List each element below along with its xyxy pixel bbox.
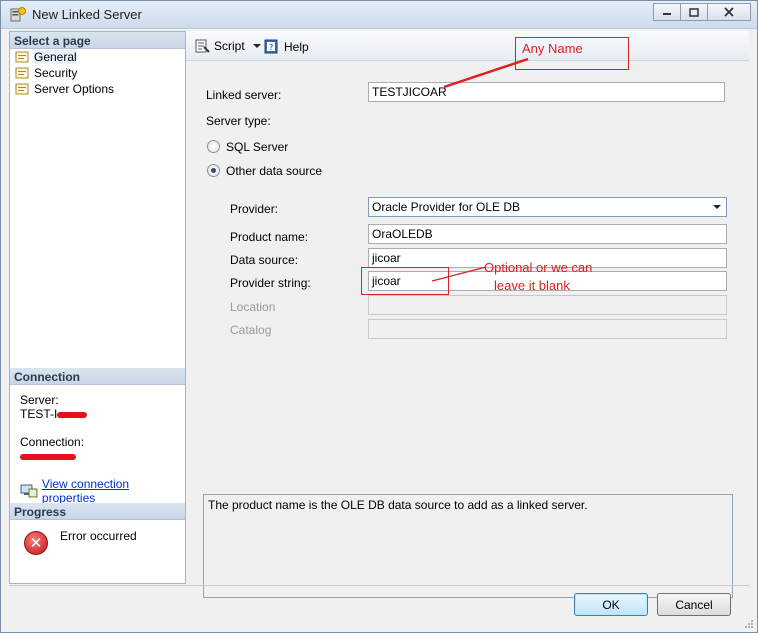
- server-type-label: Server type:: [206, 114, 271, 128]
- help-button[interactable]: ? Help: [264, 39, 309, 54]
- optional-annotation-line1: Optional or we can: [484, 260, 593, 275]
- provider-label: Provider:: [230, 202, 279, 216]
- server-value-row: TEST-I: [20, 407, 185, 421]
- page-item-label: Server Options: [34, 82, 115, 96]
- page-item-label: General: [34, 50, 77, 64]
- annotation-arrow-icon: [443, 57, 529, 89]
- progress-status: Error occurred: [60, 529, 137, 543]
- help-label: Help: [284, 39, 309, 54]
- connection-header: Connection: [10, 368, 185, 385]
- progress-header: Progress: [10, 503, 185, 520]
- connection-value-row: [20, 449, 185, 463]
- page-item-label: Security: [34, 66, 78, 80]
- window-controls: [653, 3, 751, 21]
- svg-text:?: ?: [269, 43, 273, 52]
- other-data-source-label: Other data source: [226, 164, 323, 178]
- cancel-button[interactable]: Cancel: [657, 593, 731, 616]
- select-page-header: Select a page: [10, 32, 185, 49]
- footer-divider: [9, 585, 749, 586]
- linked-server-icon: [10, 7, 26, 22]
- resize-grip-icon[interactable]: [744, 619, 754, 629]
- new-linked-server-window: New Linked Server Select a page General: [0, 0, 758, 633]
- ok-button[interactable]: OK: [574, 593, 648, 616]
- minimize-button[interactable]: [653, 3, 681, 21]
- data-source-label: Data source:: [230, 253, 299, 267]
- page-item-security[interactable]: Security: [10, 65, 185, 81]
- optional-annotation-line2: leave it blank: [494, 278, 570, 293]
- catalog-input[interactable]: [368, 319, 727, 339]
- connection-label: Connection:: [20, 435, 85, 449]
- error-icon: ✕: [24, 531, 48, 555]
- connection-properties-icon: [20, 484, 38, 498]
- any-name-annotation: Any Name: [522, 41, 583, 56]
- script-label: Script: [214, 39, 245, 53]
- page-item-general[interactable]: General: [10, 49, 185, 65]
- title-bar[interactable]: New Linked Server: [1, 1, 757, 29]
- linked-server-label: Linked server:: [206, 88, 282, 102]
- sql-server-label: SQL Server: [226, 140, 289, 154]
- script-icon: [195, 39, 210, 53]
- page-item-server-options[interactable]: Server Options: [10, 81, 185, 97]
- provider-select[interactable]: Oracle Provider for OLE DB: [368, 197, 727, 217]
- view-connection-row: View connection properties: [20, 477, 185, 505]
- page-icon: [15, 83, 29, 95]
- chevron-down-icon: [710, 200, 724, 214]
- close-button[interactable]: [707, 3, 751, 21]
- page-icon: [15, 51, 29, 63]
- maximize-icon: [689, 7, 699, 17]
- annotation-line-icon: [431, 266, 487, 282]
- linked-server-input[interactable]: TESTJICOAR: [368, 82, 725, 102]
- provider-string-label: Provider string:: [230, 276, 311, 290]
- page-icon: [15, 67, 29, 79]
- connection-section: Connection Server: TEST-I Connection: Vi: [10, 368, 185, 505]
- server-label: Server:: [20, 393, 59, 407]
- sql-server-radio[interactable]: [207, 140, 220, 153]
- redaction-mark: [20, 453, 76, 460]
- left-pane: Select a page General Security Server Op…: [9, 31, 186, 584]
- location-label: Location: [230, 300, 276, 314]
- other-data-source-radio[interactable]: [207, 164, 220, 177]
- product-name-label: Product name:: [230, 230, 309, 244]
- maximize-button[interactable]: [680, 3, 708, 21]
- location-input[interactable]: [368, 295, 727, 315]
- description-panel: The product name is the OLE DB data sour…: [203, 494, 733, 598]
- redaction-mark: [57, 411, 88, 418]
- server-value: TEST-I: [20, 407, 58, 421]
- view-connection-properties-link[interactable]: View connection properties: [42, 477, 185, 505]
- close-icon: [724, 7, 734, 17]
- progress-section: Progress ✕ Error occurred: [10, 503, 185, 555]
- script-button[interactable]: Script: [194, 39, 267, 53]
- right-pane: Script ? Help Linked server: TESTJICOAR …: [186, 31, 749, 598]
- minimize-icon: [663, 13, 671, 15]
- help-icon: ?: [264, 39, 278, 54]
- product-name-input[interactable]: OraOLEDB: [368, 224, 727, 244]
- window-title: New Linked Server: [32, 7, 142, 22]
- provider-selected-value: Oracle Provider for OLE DB: [372, 200, 521, 214]
- dropdown-arrow-icon: [252, 44, 261, 48]
- catalog-label: Catalog: [230, 323, 272, 337]
